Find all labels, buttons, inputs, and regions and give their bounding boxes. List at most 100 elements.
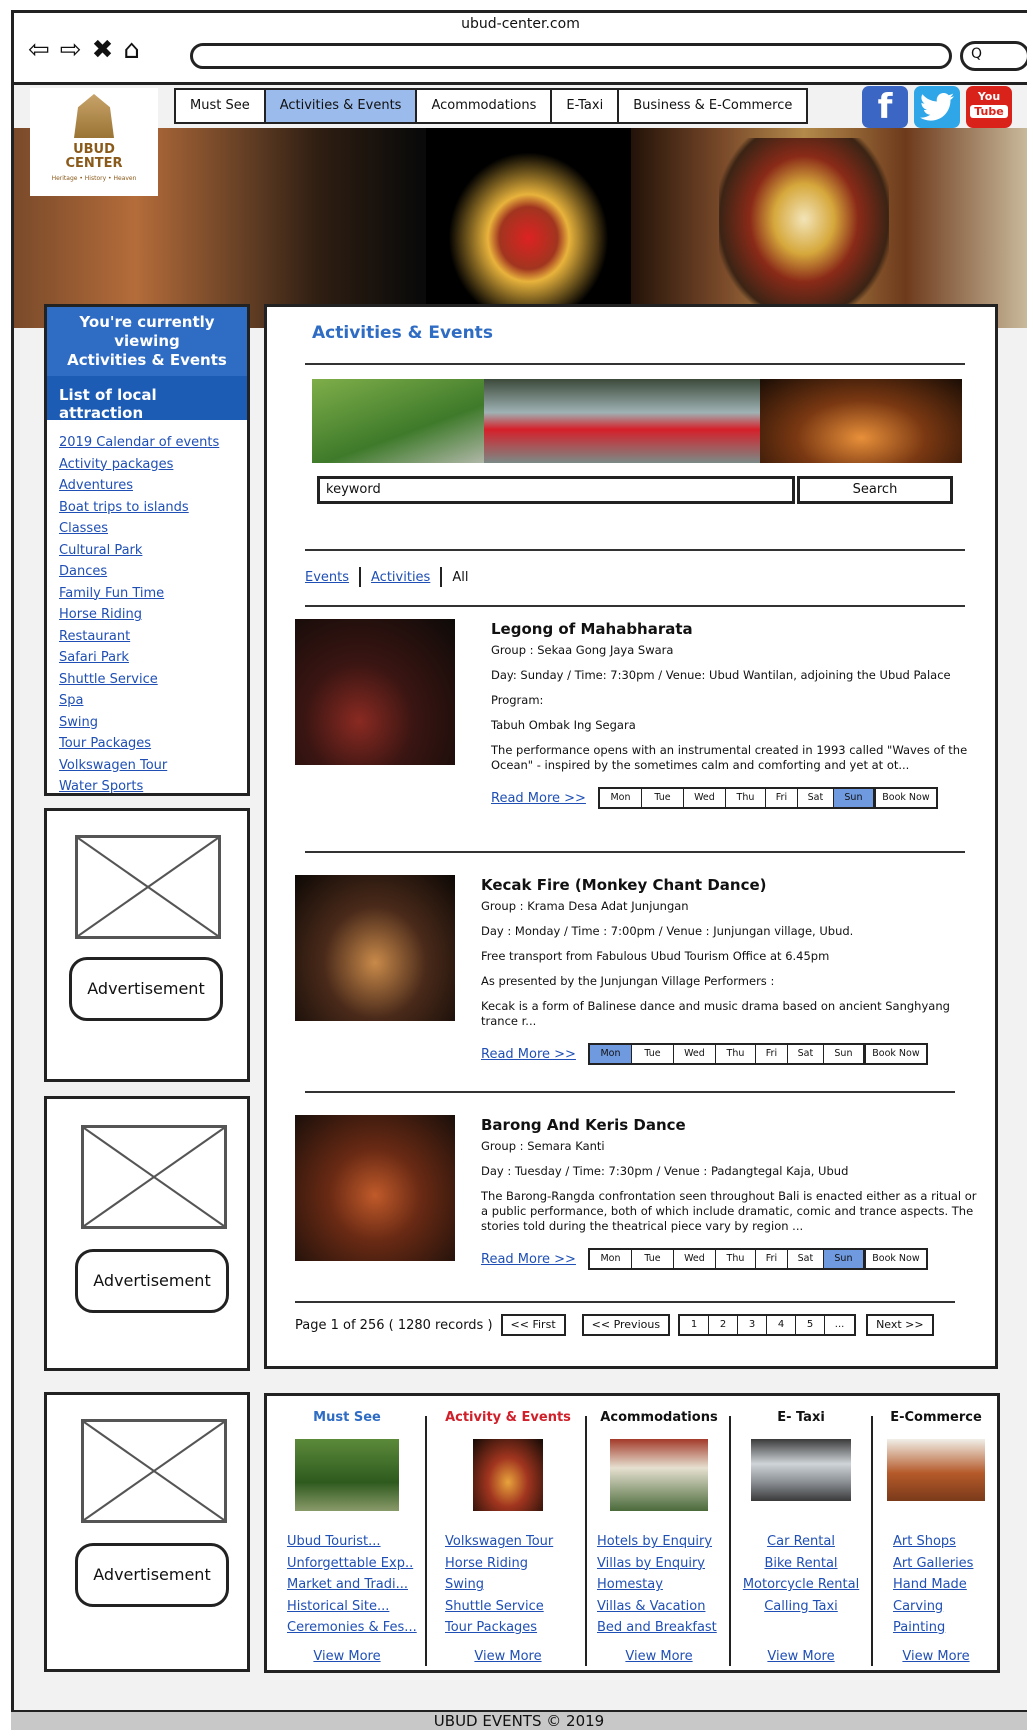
book-now-button[interactable]: Book Now: [863, 1250, 926, 1268]
page-number[interactable]: 3: [738, 1316, 768, 1334]
day-thu[interactable]: Thu: [715, 1045, 756, 1063]
nav-must-see[interactable]: Must See: [176, 90, 266, 122]
site-logo[interactable]: UBUD CENTER Heritage • History • Heaven: [30, 88, 158, 196]
day-sun[interactable]: Sun: [823, 1250, 864, 1268]
day-wed[interactable]: Wed: [683, 789, 726, 807]
footer-link[interactable]: Bike Rental: [733, 1553, 869, 1575]
day-fri[interactable]: Fri: [765, 789, 798, 807]
keyword-input[interactable]: keyword: [317, 476, 795, 504]
footer-heading[interactable]: Acommodations: [589, 1410, 729, 1425]
next-page-button[interactable]: Next >>: [866, 1314, 934, 1336]
day-fri[interactable]: Fri: [755, 1250, 788, 1268]
footer-link[interactable]: Calling Taxi: [733, 1596, 869, 1618]
day-sun[interactable]: Sun: [823, 1045, 864, 1063]
read-more-link[interactable]: Read More >>: [481, 1047, 576, 1062]
footer-link[interactable]: Shuttle Service: [445, 1596, 583, 1618]
footer-heading[interactable]: Must See: [277, 1410, 417, 1425]
day-tue[interactable]: Tue: [631, 1045, 674, 1063]
sidebar-link[interactable]: Safari Park: [59, 647, 235, 669]
view-more-link[interactable]: View More: [589, 1649, 729, 1664]
facebook-icon[interactable]: f: [862, 86, 908, 128]
sidebar-link[interactable]: Classes: [59, 518, 235, 540]
day-thu[interactable]: Thu: [725, 789, 766, 807]
footer-link[interactable]: Villas & Vacation: [597, 1596, 729, 1618]
footer-link[interactable]: Horse Riding: [445, 1553, 583, 1575]
footer-link[interactable]: Ubud Tourist...: [287, 1531, 417, 1553]
nav-acommodations[interactable]: Acommodations: [417, 90, 553, 122]
page-number[interactable]: 4: [767, 1316, 797, 1334]
footer-link[interactable]: Painting: [893, 1617, 997, 1639]
page-number[interactable]: 5: [796, 1316, 826, 1334]
search-button[interactable]: Search: [797, 476, 953, 504]
sidebar-link[interactable]: Spa: [59, 690, 235, 712]
event-title[interactable]: Barong And Keris Dance: [481, 1115, 981, 1135]
day-fri[interactable]: Fri: [755, 1045, 788, 1063]
footer-link[interactable]: Hand Made: [893, 1574, 997, 1596]
browser-search[interactable]: Q: [960, 41, 1027, 71]
view-more-link[interactable]: View More: [433, 1649, 583, 1664]
sidebar-link[interactable]: Activity packages: [59, 454, 235, 476]
sidebar-link[interactable]: Boat trips to islands: [59, 497, 235, 519]
filter-activities[interactable]: Activities: [371, 570, 430, 585]
footer-link[interactable]: Motorcycle Rental: [733, 1574, 869, 1596]
sidebar-link[interactable]: Shuttle Service: [59, 669, 235, 691]
footer-link[interactable]: Ceremonies & Fes...: [287, 1617, 417, 1639]
filter-events[interactable]: Events: [305, 570, 349, 585]
day-wed[interactable]: Wed: [673, 1250, 716, 1268]
day-sat[interactable]: Sat: [797, 789, 834, 807]
footer-link[interactable]: Bed and Breakfast: [597, 1617, 729, 1639]
day-mon[interactable]: Mon: [589, 1045, 632, 1063]
sidebar-link[interactable]: Volkswagen Tour: [59, 755, 235, 777]
nav-e-taxi[interactable]: E-Taxi: [552, 90, 620, 122]
sidebar-link[interactable]: Adventures: [59, 475, 235, 497]
day-sun[interactable]: Sun: [833, 789, 874, 807]
footer-link[interactable]: Homestay: [597, 1574, 729, 1596]
footer-link[interactable]: Historical Site...: [287, 1596, 417, 1618]
advertisement-button[interactable]: Advertisement: [69, 957, 223, 1021]
footer-link[interactable]: Car Rental: [733, 1531, 869, 1553]
sidebar-link[interactable]: Family Fun Time: [59, 583, 235, 605]
footer-link[interactable]: Swing: [445, 1574, 583, 1596]
read-more-link[interactable]: Read More >>: [491, 791, 586, 806]
sidebar-link[interactable]: Horse Riding: [59, 604, 235, 626]
footer-link[interactable]: Art Shops: [893, 1531, 997, 1553]
view-more-link[interactable]: View More: [277, 1649, 417, 1664]
footer-heading[interactable]: E- Taxi: [733, 1410, 869, 1425]
twitter-icon[interactable]: [914, 86, 960, 128]
home-icon[interactable]: ⌂: [123, 37, 140, 63]
footer-link[interactable]: Hotels by Enquiry: [597, 1531, 729, 1553]
footer-link[interactable]: Volkswagen Tour: [445, 1531, 583, 1553]
footer-link[interactable]: Tour Packages: [445, 1617, 583, 1639]
day-tue[interactable]: Tue: [631, 1250, 674, 1268]
day-thu[interactable]: Thu: [715, 1250, 756, 1268]
day-mon[interactable]: Mon: [589, 1250, 632, 1268]
back-icon[interactable]: ⇦: [28, 37, 50, 63]
day-sat[interactable]: Sat: [787, 1250, 824, 1268]
advertisement-button[interactable]: Advertisement: [75, 1249, 229, 1313]
footer-link[interactable]: Market and Tradi...: [287, 1574, 417, 1596]
day-sat[interactable]: Sat: [787, 1045, 824, 1063]
page-number[interactable]: 2: [709, 1316, 739, 1334]
read-more-link[interactable]: Read More >>: [481, 1252, 576, 1267]
sidebar-link[interactable]: Restaurant: [59, 626, 235, 648]
view-more-link[interactable]: View More: [875, 1649, 997, 1664]
nav-activities-events[interactable]: Activities & Events: [265, 90, 418, 122]
sidebar-link[interactable]: Tour Packages: [59, 733, 235, 755]
youtube-icon[interactable]: You Tube: [966, 86, 1012, 128]
book-now-button[interactable]: Book Now: [863, 1045, 926, 1063]
sidebar-link[interactable]: Water Sports: [59, 776, 235, 798]
sidebar-link[interactable]: Swing: [59, 712, 235, 734]
day-tue[interactable]: Tue: [641, 789, 684, 807]
footer-link[interactable]: Carving: [893, 1596, 997, 1618]
page-number[interactable]: 1: [680, 1316, 710, 1334]
sidebar-link[interactable]: Dances: [59, 561, 235, 583]
footer-link[interactable]: Villas by Enquiry: [597, 1553, 729, 1575]
footer-link[interactable]: Unforgettable Exp..: [287, 1553, 417, 1575]
sidebar-link[interactable]: Cultural Park: [59, 540, 235, 562]
filter-all[interactable]: All: [452, 570, 468, 585]
footer-heading[interactable]: E-Commerce: [875, 1410, 997, 1425]
forward-icon[interactable]: ⇨: [60, 37, 82, 63]
address-bar[interactable]: [190, 43, 952, 69]
event-title[interactable]: Legong of Mahabharata: [491, 619, 991, 639]
view-more-link[interactable]: View More: [733, 1649, 869, 1664]
